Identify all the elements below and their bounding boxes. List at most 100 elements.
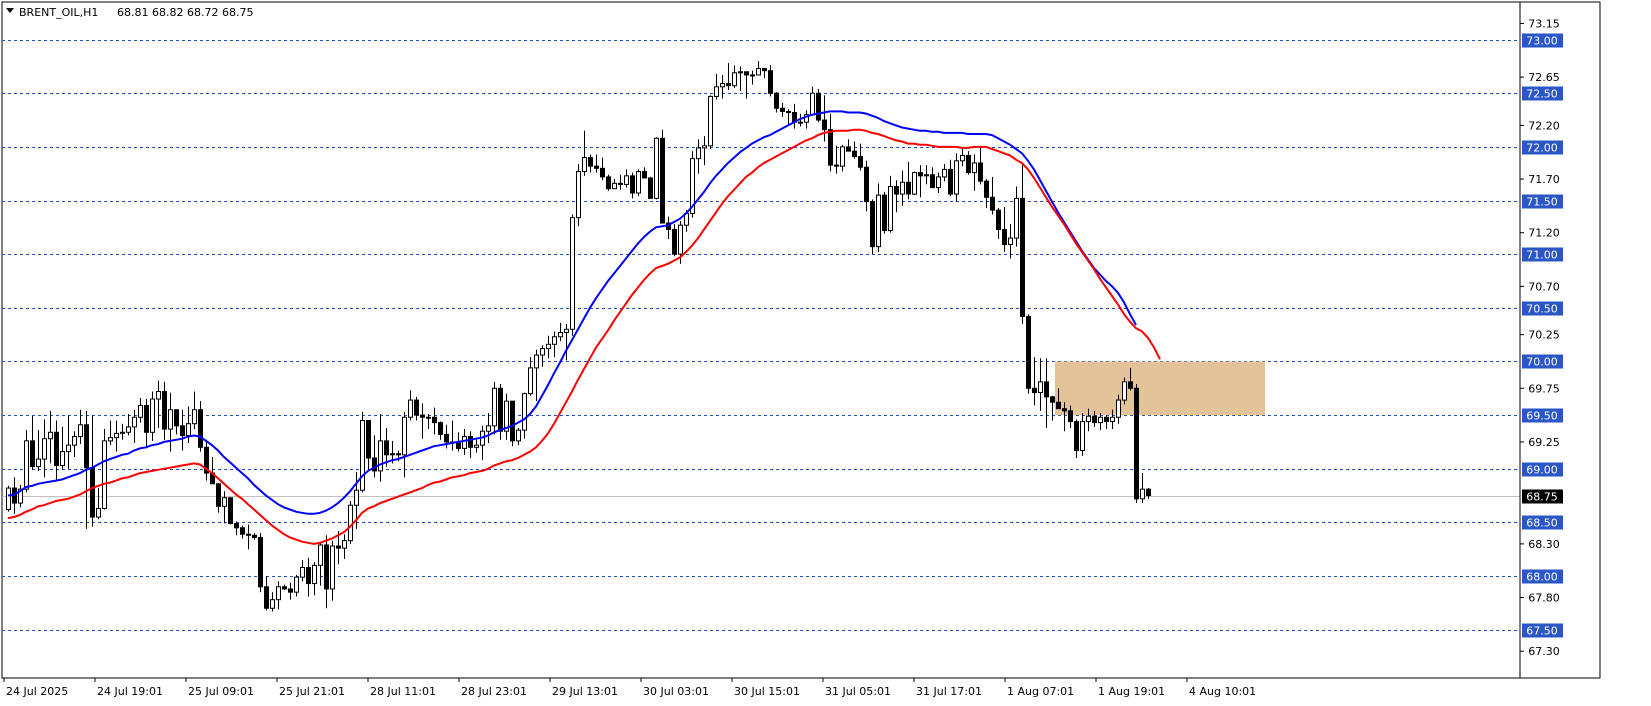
candle-body bbox=[258, 536, 263, 588]
candle-body bbox=[1080, 421, 1085, 452]
candle bbox=[102, 429, 107, 510]
candle-body bbox=[924, 174, 929, 177]
level-label: 71.50 bbox=[1526, 196, 1558, 209]
candle-body bbox=[822, 119, 827, 131]
x-tick-label: 31 Jul 17:01 bbox=[916, 685, 982, 698]
candle-body bbox=[162, 391, 167, 430]
candle bbox=[660, 129, 665, 224]
candle-body bbox=[306, 566, 311, 585]
candle-body bbox=[342, 540, 347, 549]
candle bbox=[576, 164, 581, 227]
candle-body bbox=[174, 409, 179, 427]
level-label: 70.50 bbox=[1526, 303, 1558, 316]
level-label: 69.00 bbox=[1526, 464, 1558, 477]
candle-body bbox=[714, 86, 719, 97]
candle-body bbox=[78, 424, 83, 438]
candle-body bbox=[150, 398, 155, 433]
candle-body bbox=[888, 186, 893, 232]
candle-body bbox=[192, 409, 197, 425]
candle-body bbox=[1128, 381, 1133, 389]
y-tick-label: 73.15 bbox=[1528, 17, 1560, 30]
candle-body bbox=[648, 177, 653, 199]
candle-body bbox=[858, 156, 863, 168]
candle-body bbox=[1104, 416, 1109, 423]
candle-body bbox=[270, 599, 275, 609]
x-tick-label: 29 Jul 13:01 bbox=[552, 685, 618, 698]
candle-body bbox=[84, 424, 89, 469]
x-tick-label: 30 Jul 03:01 bbox=[643, 685, 709, 698]
candle-body bbox=[288, 588, 293, 593]
candle-body bbox=[198, 409, 203, 448]
candle-body bbox=[954, 160, 959, 195]
candle-body bbox=[774, 92, 779, 109]
candle-body bbox=[660, 137, 665, 224]
x-tick-label: 30 Jul 15:01 bbox=[734, 685, 800, 698]
candle-body bbox=[1092, 415, 1097, 424]
candle-body bbox=[276, 586, 281, 601]
candle-body bbox=[144, 404, 149, 433]
candle-body bbox=[552, 336, 557, 345]
candle-body bbox=[672, 228, 677, 255]
candle-body bbox=[300, 566, 305, 578]
candle-body bbox=[396, 453, 401, 456]
candle bbox=[708, 95, 713, 150]
candle-body bbox=[486, 425, 491, 432]
level-label: 72.00 bbox=[1526, 142, 1558, 155]
candle-body bbox=[414, 399, 419, 416]
candle-body bbox=[564, 328, 569, 333]
level-label: 69.50 bbox=[1526, 410, 1558, 423]
candle-body bbox=[588, 157, 593, 167]
candle-body bbox=[156, 391, 161, 400]
candle-body bbox=[1050, 396, 1055, 403]
candle-body bbox=[312, 564, 317, 585]
candle-body bbox=[654, 137, 659, 199]
candle-body bbox=[996, 209, 1001, 230]
candle-body bbox=[318, 544, 323, 566]
candle-body bbox=[462, 436, 467, 449]
candle-body bbox=[1140, 488, 1145, 500]
candle-body bbox=[726, 83, 731, 87]
candle-body bbox=[876, 194, 881, 248]
candle-body bbox=[1044, 381, 1049, 398]
candle bbox=[606, 174, 611, 191]
candle-body bbox=[432, 416, 437, 424]
level-label: 73.00 bbox=[1526, 35, 1558, 48]
candle-body bbox=[606, 176, 611, 190]
candle-body bbox=[786, 110, 791, 114]
candle-body bbox=[972, 162, 977, 174]
candle-body bbox=[474, 444, 479, 448]
candle-body bbox=[330, 545, 335, 590]
candle-body bbox=[348, 504, 353, 542]
price-chart[interactable]: 73.00 72.50 72.00 71.50 71.00 70.50 70.00 69.50… bbox=[0, 0, 1651, 706]
candle bbox=[6, 485, 11, 512]
candle-body bbox=[864, 166, 869, 203]
candle-body bbox=[744, 71, 749, 76]
candle-body bbox=[1068, 410, 1073, 423]
candle-body bbox=[96, 507, 101, 518]
zone-rect bbox=[1055, 361, 1265, 416]
candle-body bbox=[1014, 197, 1019, 239]
candle-body bbox=[558, 331, 563, 338]
candle-body bbox=[750, 74, 755, 77]
x-tick-label: 31 Jul 05:01 bbox=[825, 685, 891, 698]
candle-body bbox=[540, 348, 545, 356]
candle-body bbox=[1122, 381, 1127, 401]
candle-body bbox=[960, 154, 965, 162]
candle-body bbox=[426, 416, 431, 419]
candle-body bbox=[948, 168, 953, 195]
candle-body bbox=[738, 71, 743, 74]
candle-body bbox=[852, 150, 857, 158]
x-tick-label: 24 Jul 2025 bbox=[6, 685, 68, 698]
candle-body bbox=[1110, 416, 1115, 423]
candle-body bbox=[534, 354, 539, 369]
level-label: 71.00 bbox=[1526, 249, 1558, 262]
candle-body bbox=[894, 186, 899, 195]
y-tick-label: 68.30 bbox=[1528, 538, 1560, 551]
candle-body bbox=[630, 175, 635, 194]
candle bbox=[1134, 383, 1139, 504]
x-tick-label: 1 Aug 19:01 bbox=[1098, 685, 1165, 698]
candle-body bbox=[810, 92, 815, 116]
candle-body bbox=[1056, 401, 1061, 410]
candle-body bbox=[1020, 197, 1025, 317]
candle-body bbox=[30, 440, 35, 468]
